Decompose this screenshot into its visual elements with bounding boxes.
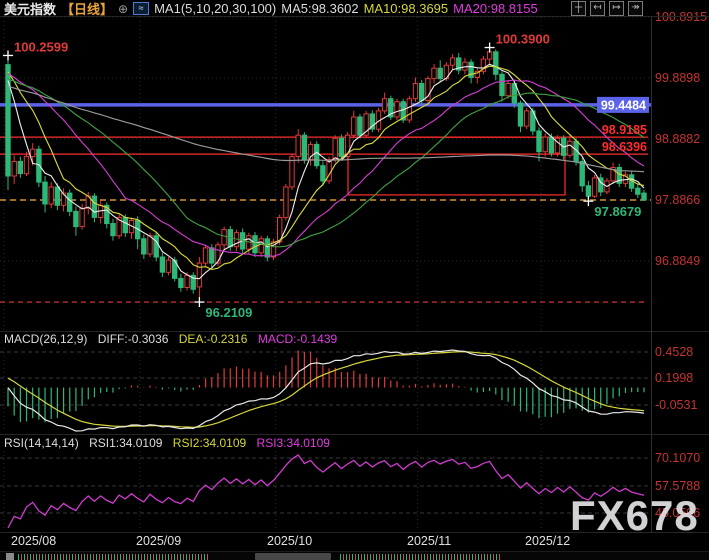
price-axis-label: 96.8849: [655, 254, 700, 268]
ma-lines: [8, 64, 644, 278]
red-level-label: 98.9185: [602, 123, 647, 137]
shift-right-icon[interactable]: ↠: [628, 1, 643, 16]
chart-canvas[interactable]: 100.2599 100.3900 96.2109 97.8679 99.4484 98.…: [0, 0, 709, 533]
symbol-name: 美元指数: [4, 0, 56, 18]
rsi2-value: RSI2:34.0109: [173, 436, 246, 450]
candles: [6, 48, 646, 303]
rsi3-value: RSI3:34.0109: [257, 436, 330, 450]
mini-strip-ticks: [18, 554, 208, 560]
level-lines: [0, 105, 651, 302]
blue-level-label: 99.4484: [601, 98, 646, 112]
price-axis-label: 97.8866: [655, 193, 700, 207]
ma10-value: MA10:98.3695: [364, 1, 449, 16]
mini-strip-ticks: [340, 554, 502, 560]
price-axis-label: 98.8882: [655, 132, 700, 146]
price-annotation: 97.8679: [594, 204, 641, 219]
grid-lines: [0, 17, 651, 531]
scroll-left-icon[interactable]: ↤: [590, 1, 605, 16]
price-annotation: 96.2109: [205, 305, 252, 320]
panel-separators: [0, 17, 709, 534]
macd-dea-value: DEA:-0.2316: [179, 332, 248, 346]
time-axis-label: 2025/11: [407, 534, 451, 548]
time-axis-label: 2025/12: [525, 534, 570, 548]
macd-hist-value: MACD:-0.1439: [258, 332, 337, 346]
red-level-label: 98.6396: [602, 140, 647, 154]
macd-axis-label: -0.0531: [655, 398, 697, 412]
macd-axis-label: 0.1998: [655, 371, 693, 385]
add-indicator-icon[interactable]: ⊕: [118, 2, 128, 16]
time-axis-label: 2025/09: [136, 534, 181, 548]
rsi-plot: [0, 455, 651, 528]
watermark: FX678: [570, 492, 699, 540]
rsi1-value: RSI1:34.0109: [89, 436, 162, 450]
level-labels: 99.4484 98.9185 98.6396: [597, 97, 649, 154]
price-axis-label: 99.8898: [655, 71, 700, 85]
macd-axis-label: 0.4528: [655, 345, 693, 359]
scroll-right-icon[interactable]: ↦: [609, 1, 624, 16]
chart-thumbnail-icon[interactable]: ≈: [133, 2, 149, 15]
mini-navigator-strip[interactable]: [0, 551, 709, 560]
rsi-legend: RSI(14,14,14) RSI1:34.0109 RSI2:34.0109 …: [4, 436, 337, 450]
ma-params-label: MA1(5,10,20,30,100): [154, 1, 276, 16]
rsi-axis-label: 57.5788: [655, 479, 700, 493]
ma5-value: MA5:98.3602: [281, 1, 358, 16]
right-axis-labels: 100.891599.889898.888297.886696.88490.45…: [655, 10, 707, 520]
macd-diff-value: DIFF:-0.3036: [98, 332, 169, 346]
macd-legend: MACD(26,12,9) DIFF:-0.3036 DEA:-0.2316 M…: [4, 332, 344, 346]
chart-app: 美元指数 【日线】 ⊕ ≈ MA1(5,10,20,30,100) MA5:98…: [0, 0, 709, 560]
macd-plot: [0, 350, 651, 431]
time-axis-label: 2025/08: [11, 534, 56, 548]
ma20-value: MA20:98.8155: [453, 1, 538, 16]
period-selector[interactable]: 【日线】: [61, 0, 113, 18]
rsi-axis-label: 70.1070: [655, 451, 700, 465]
mini-strip-handle[interactable]: [255, 553, 331, 560]
price-annotation: 100.3900: [496, 32, 550, 47]
macd-params-label: MACD(26,12,9): [4, 332, 87, 346]
rsi-params-label: RSI(14,14,14): [4, 436, 79, 450]
pan-tool-icon[interactable]: ┼: [571, 1, 586, 16]
price-annotation: 100.2599: [14, 40, 68, 55]
time-axis-label: 2025/10: [267, 534, 312, 548]
header-toolbar: ┼ ↤ ↦ ↠: [571, 1, 643, 16]
mini-strip-marker: [6, 553, 14, 560]
